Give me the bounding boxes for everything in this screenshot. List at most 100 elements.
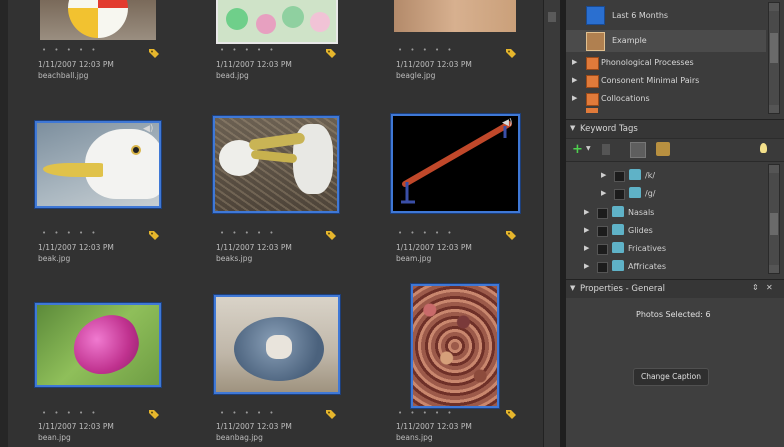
photo-thumbnail-bead[interactable]	[216, 0, 338, 44]
photo-filename: beanbag.jpg	[216, 433, 263, 442]
tag-icon[interactable]	[325, 405, 337, 419]
keyword-tag-g[interactable]: ▶ /g/	[601, 185, 761, 203]
rating-stars[interactable]: • • • • •	[220, 409, 277, 417]
expand-arrow-icon[interactable]: ▶	[572, 94, 577, 102]
album-item-minimal-pairs[interactable]: ▶ Consonent Minimal Pairs	[566, 72, 766, 90]
photo-thumbnail-beam[interactable]	[391, 114, 520, 213]
scroll-up-icon[interactable]	[769, 3, 779, 11]
rating-stars[interactable]: • • • • •	[42, 229, 99, 237]
tag-label: /g/	[645, 189, 656, 198]
photo-thumbnail-beachball[interactable]	[40, 0, 156, 40]
photo-filename: beachball.jpg	[38, 71, 89, 80]
keyword-tag-affricates[interactable]: ▶ Affricates	[584, 258, 754, 276]
add-tag-icon[interactable]: +	[572, 142, 583, 157]
photo-thumbnail-beanbag[interactable]	[214, 295, 340, 394]
photo-filename: beaks.jpg	[216, 254, 253, 263]
tag-icon[interactable]	[148, 226, 160, 240]
expand-arrow-icon[interactable]: ▶	[584, 244, 589, 252]
rating-stars[interactable]: • • • • •	[398, 409, 455, 417]
photo-thumbnail-beagle[interactable]	[394, 0, 516, 32]
expand-arrow-icon[interactable]: ▶	[584, 226, 589, 234]
rating-stars[interactable]: • • • • •	[220, 46, 277, 54]
photo-filename: beans.jpg	[396, 433, 433, 442]
scroll-grip-icon[interactable]	[548, 12, 556, 22]
scroll-thumb[interactable]	[770, 33, 778, 63]
tag-checkbox[interactable]	[597, 208, 608, 219]
tag-icon[interactable]	[325, 44, 337, 58]
tag-people-icon[interactable]	[656, 142, 670, 156]
tag-label: Affricates	[628, 262, 667, 271]
expand-arrow-icon[interactable]: ▶	[572, 58, 577, 66]
keyword-tag-nasals[interactable]: ▶ Nasals	[584, 204, 754, 222]
audio-icon[interactable]: ◀)	[143, 124, 153, 134]
rating-stars[interactable]: • • • • •	[42, 46, 99, 54]
delete-tag-icon[interactable]	[602, 144, 610, 155]
rating-stars[interactable]: • • • • •	[42, 409, 99, 417]
photo-thumbnail-beak[interactable]	[35, 121, 161, 208]
keyword-tag-k[interactable]: ▶ /k/	[601, 167, 761, 185]
keyword-tag-icon	[612, 206, 624, 217]
rating-stars[interactable]: • • • • •	[398, 46, 455, 54]
scroll-thumb[interactable]	[770, 213, 778, 235]
keyword-tags-scrollbar[interactable]	[768, 164, 780, 274]
photo-thumbnail-beaks[interactable]	[213, 116, 339, 213]
tag-checkbox[interactable]	[597, 226, 608, 237]
rating-stars[interactable]: • • • • •	[398, 229, 455, 237]
expand-arrow-icon[interactable]: ▶	[601, 171, 606, 179]
albums-scrollbar[interactable]	[768, 2, 780, 114]
audio-icon[interactable]: ◀)	[502, 118, 512, 128]
collapse-arrow-icon[interactable]: ▼	[570, 124, 575, 132]
edit-tag-icon[interactable]	[630, 142, 646, 158]
keyword-tags-header[interactable]: ▼ Keyword Tags	[566, 119, 784, 139]
collapse-arrow-icon[interactable]: ▼	[570, 284, 575, 292]
expand-icon[interactable]: ⇕	[752, 283, 759, 292]
tag-checkbox[interactable]	[597, 244, 608, 255]
grid-scrollbar[interactable]	[543, 0, 561, 447]
lightbulb-icon[interactable]	[760, 143, 767, 153]
tag-icon[interactable]	[505, 405, 517, 419]
keyword-tag-icon	[612, 242, 624, 253]
expand-arrow-icon[interactable]: ▶	[572, 76, 577, 84]
photo-date: 1/11/2007 12:03 PM	[216, 243, 292, 252]
gull-eye	[133, 147, 139, 153]
album-item-last-6-months[interactable]: Last 6 Months	[566, 4, 766, 28]
properties-header[interactable]: ▼ Properties - General ⇕ ✕	[566, 279, 784, 299]
keyword-tag-fricatives[interactable]: ▶ Fricatives	[584, 240, 754, 258]
tag-checkbox[interactable]	[614, 189, 625, 200]
photo-thumbnail-beans[interactable]	[411, 284, 499, 408]
album-item-phonological[interactable]: ▶ Phonological Processes	[566, 54, 766, 72]
tag-icon[interactable]	[505, 226, 517, 240]
keyword-tag-icon	[629, 169, 641, 180]
scroll-down-icon[interactable]	[769, 105, 779, 113]
keyword-tag-glides[interactable]: ▶ Glides	[584, 222, 754, 240]
scroll-up-icon[interactable]	[769, 165, 779, 173]
expand-arrow-icon[interactable]: ▶	[584, 262, 589, 270]
album-group-icon	[586, 57, 599, 70]
tag-icon[interactable]	[148, 405, 160, 419]
album-label: Collocations	[601, 94, 650, 103]
tag-icon[interactable]	[148, 44, 160, 58]
keyword-tag-icon	[612, 224, 624, 235]
tag-checkbox[interactable]	[597, 262, 608, 273]
tag-checkbox[interactable]	[614, 171, 625, 182]
album-item-collocations[interactable]: ▶ Collocations	[566, 90, 766, 108]
album-item-example[interactable]: Example	[566, 30, 766, 52]
bean-shape	[65, 307, 147, 383]
keyword-tag-icon	[629, 187, 641, 198]
close-icon[interactable]: ✕	[766, 283, 773, 292]
photo-thumbnail-bean[interactable]	[35, 303, 161, 387]
expand-arrow-icon[interactable]: ▶	[601, 189, 606, 197]
grid-left-edge	[0, 0, 8, 447]
tag-icon[interactable]	[505, 44, 517, 58]
album-label: Last 6 Months	[612, 11, 669, 20]
scroll-down-icon[interactable]	[769, 265, 779, 273]
expand-arrow-icon[interactable]: ▶	[584, 208, 589, 216]
rating-stars[interactable]: • • • • •	[220, 229, 277, 237]
photo-date: 1/11/2007 12:03 PM	[216, 60, 292, 69]
dropdown-arrow-icon[interactable]: ▼	[586, 145, 591, 152]
change-caption-button[interactable]: Change Caption	[633, 368, 709, 386]
tag-icon[interactable]	[325, 226, 337, 240]
photos-selected-text: Photos Selected: 6	[636, 310, 711, 319]
photo-date: 1/11/2007 12:03 PM	[396, 422, 472, 431]
photo-filename: beagle.jpg	[396, 71, 436, 80]
